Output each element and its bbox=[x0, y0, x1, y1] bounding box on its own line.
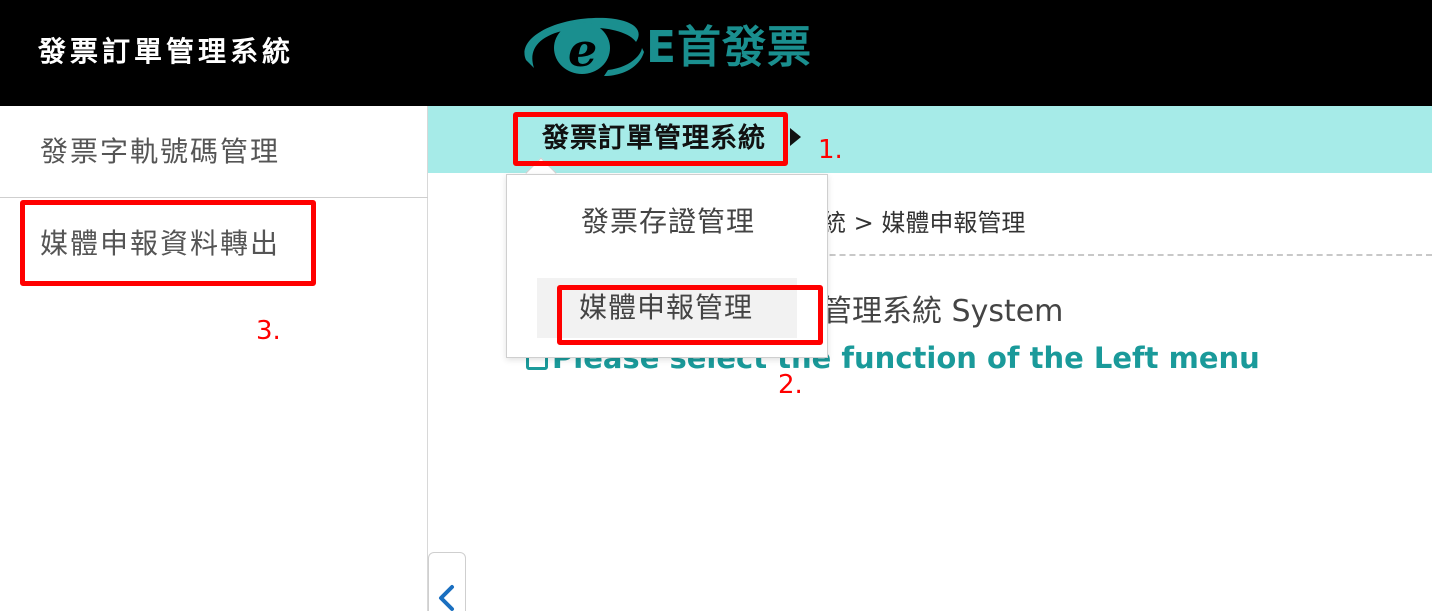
dashed-divider bbox=[760, 254, 1432, 256]
chevron-left-icon bbox=[439, 585, 454, 611]
annotation-box-2 bbox=[557, 285, 823, 345]
sidebar: 發票字軌號碼管理 媒體申報資料轉出 bbox=[0, 106, 428, 611]
sidebar-item-invoice-number-management[interactable]: 發票字軌號碼管理 bbox=[0, 106, 428, 198]
annotation-box-3 bbox=[20, 200, 316, 286]
annotation-step-1: 1. bbox=[818, 135, 843, 165]
breadcrumb-path: 統 > 媒體申報管理 bbox=[822, 209, 1026, 237]
welcome-text: 管理系統 System bbox=[822, 294, 1064, 329]
menu-item-invoice-storage[interactable]: 發票存證管理 bbox=[537, 192, 797, 252]
app-title: 發票訂單管理系統 bbox=[38, 35, 295, 68]
caret-right-icon bbox=[790, 128, 801, 146]
sidebar-collapse-button[interactable] bbox=[428, 552, 466, 611]
annotation-step-2: 2. bbox=[778, 370, 803, 400]
annotation-step-3: 3. bbox=[256, 316, 281, 346]
top-header: 發票訂單管理系統 e E首發票 bbox=[0, 0, 1432, 106]
brand-logo[interactable]: e E首發票 bbox=[516, 8, 846, 88]
logo-mark-text: e bbox=[568, 23, 597, 77]
e-logo-icon: e bbox=[524, 17, 644, 77]
logo-text: E首發票 bbox=[646, 22, 813, 73]
annotation-box-1 bbox=[513, 112, 788, 166]
